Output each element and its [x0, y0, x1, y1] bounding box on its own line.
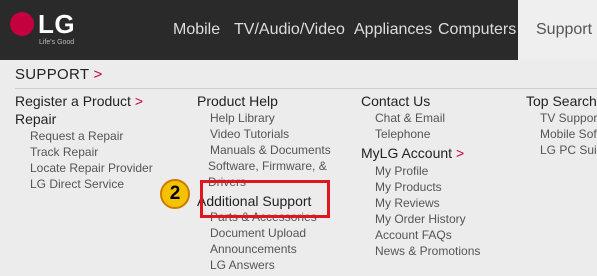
product-help-heading[interactable]: Product Help: [197, 93, 278, 109]
chat-email-link[interactable]: Chat & Email: [375, 111, 445, 125]
highlight-box: [200, 180, 330, 218]
register-product-link[interactable]: Register a Product >: [15, 93, 143, 109]
top-navigation-bar: LG Life's Good Mobile TV/Audio/Video App…: [0, 0, 597, 60]
account-faqs-link[interactable]: Account FAQs: [375, 228, 452, 242]
support-menu-title[interactable]: SUPPORT >: [15, 66, 103, 83]
chevron-right-icon: >: [455, 145, 465, 161]
logo-text: LG: [38, 9, 76, 39]
step-number: 2: [169, 183, 181, 204]
telephone-link[interactable]: Telephone: [375, 127, 430, 141]
logo-tagline: Life's Good: [39, 39, 75, 46]
nav-appliances[interactable]: Appliances: [354, 21, 432, 39]
request-repair-link[interactable]: Request a Repair: [30, 129, 123, 143]
lg-logo[interactable]: LG Life's Good: [10, 9, 130, 52]
news-promotions-link[interactable]: News & Promotions: [375, 244, 480, 258]
document-upload-link[interactable]: Document Upload: [210, 226, 306, 240]
divider: [15, 88, 597, 89]
lg-direct-service-link[interactable]: LG Direct Service: [30, 177, 124, 191]
top-search-link[interactable]: TV Support C: [540, 111, 597, 125]
nav-support-tab[interactable]: Support: [518, 0, 597, 60]
contact-us-heading[interactable]: Contact Us: [361, 93, 430, 109]
software-firmware-link[interactable]: Software, Firmware, &: [208, 159, 327, 173]
video-tutorials-link[interactable]: Video Tutorials: [210, 127, 289, 141]
nav-support-label: Support: [536, 21, 593, 38]
lg-face-icon: [10, 12, 34, 36]
top-search-link[interactable]: Mobile Softw: [540, 127, 597, 141]
top-search-link[interactable]: LG PC Suite: [540, 143, 597, 157]
step-badge: 2: [160, 179, 190, 209]
my-products-link[interactable]: My Products: [375, 180, 442, 194]
my-reviews-link[interactable]: My Reviews: [375, 196, 440, 210]
nav-tv-audio-video[interactable]: TV/Audio/Video: [234, 21, 345, 39]
lg-answers-link[interactable]: LG Answers: [210, 258, 275, 272]
my-order-history-link[interactable]: My Order History: [375, 212, 466, 226]
manuals-documents-link[interactable]: Manuals & Documents: [210, 143, 331, 157]
help-library-link[interactable]: Help Library: [210, 111, 275, 125]
repair-heading[interactable]: Repair: [15, 111, 56, 127]
support-mega-menu: SUPPORT > Register a Product > Repair Re…: [0, 60, 597, 276]
announcements-link[interactable]: Announcements: [210, 242, 297, 256]
mylg-account-link[interactable]: MyLG Account >: [361, 145, 464, 161]
track-repair-link[interactable]: Track Repair: [30, 145, 98, 159]
nav-computers[interactable]: Computers: [438, 21, 516, 39]
nav-mobile[interactable]: Mobile: [173, 21, 220, 39]
my-profile-link[interactable]: My Profile: [375, 164, 428, 178]
chevron-right-icon: >: [93, 66, 103, 83]
locate-repair-provider-link[interactable]: Locate Repair Provider: [30, 161, 153, 175]
chevron-right-icon: >: [134, 93, 144, 109]
top-searches-heading: Top Searches: [526, 93, 597, 109]
